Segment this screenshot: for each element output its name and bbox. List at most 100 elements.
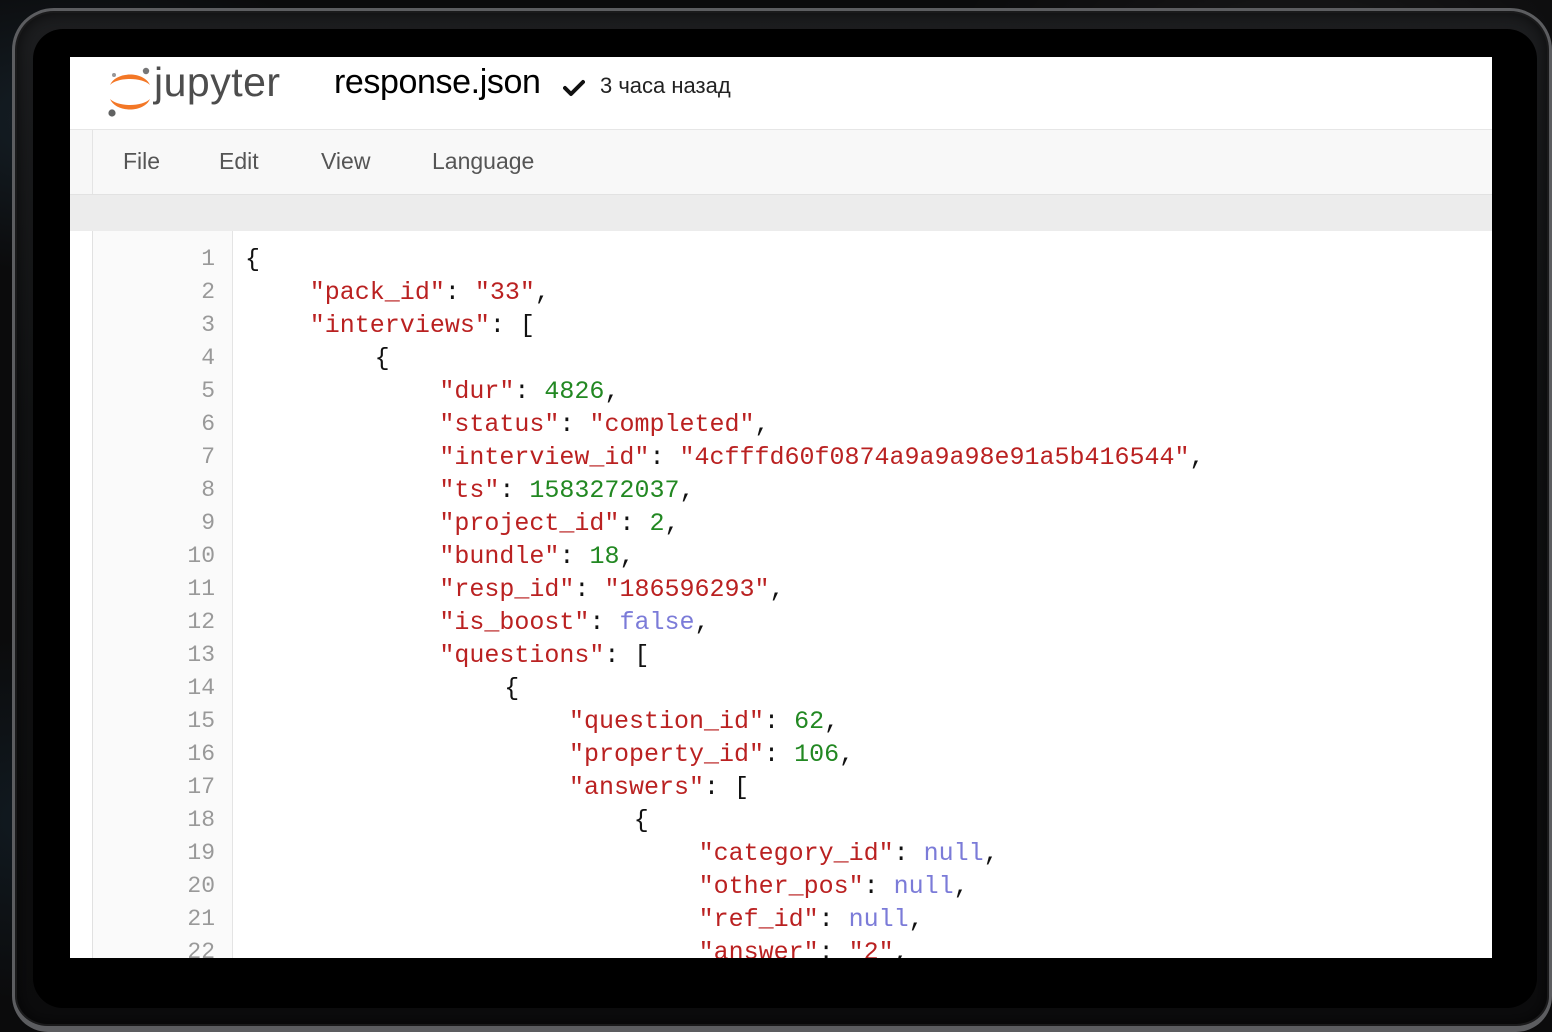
line-number: 9 (201, 510, 215, 536)
json-key: "questions" (439, 641, 605, 670)
json-string: "33" (474, 278, 535, 307)
json-punctuation: , (769, 575, 785, 604)
menu-edit[interactable]: Edit (219, 148, 259, 175)
json-key: "property_id" (569, 740, 765, 769)
json-punctuation: : (574, 575, 605, 604)
code-line[interactable]: 5 "dur": 4826, (93, 375, 1492, 408)
line-number: 14 (187, 675, 215, 701)
json-key: "is_boost" (439, 608, 590, 637)
json-punctuation: , (953, 872, 969, 901)
json-literal: false (619, 608, 695, 637)
json-punctuation: , (824, 707, 840, 736)
json-punctuation: : (818, 905, 849, 934)
notebook-name[interactable]: response.json (334, 63, 541, 102)
code-editor[interactable]: 1{2 "pack_id": "33", 3 "interviews": [4{5 "d… (92, 231, 1492, 958)
line-number: 22 (187, 939, 215, 958)
json-punctuation: { (633, 806, 649, 835)
code-content: { (245, 243, 260, 276)
code-line[interactable]: 18 { (93, 804, 1492, 837)
line-number: 10 (187, 543, 215, 569)
save-status: 3 часа назад (600, 73, 731, 98)
line-number: 4 (201, 345, 215, 371)
json-key: "category_id" (698, 839, 894, 868)
line-number: 11 (187, 576, 215, 602)
json-key: "other_pos" (698, 872, 864, 901)
json-number: 2 (649, 509, 665, 538)
line-number: 1 (201, 246, 215, 272)
code-content: "interviews": [ (310, 309, 535, 342)
code-line[interactable]: 2 "pack_id": "33", (93, 276, 1492, 309)
json-key: "question_id" (569, 707, 765, 736)
menu-file[interactable]: File (123, 148, 160, 175)
json-key: "ts" (439, 476, 500, 505)
json-number: 1583272037 (529, 476, 680, 505)
json-string: "completed" (589, 410, 755, 439)
json-punctuation: , (1189, 443, 1205, 472)
code-line[interactable]: 17 "answers": [ (93, 771, 1492, 804)
json-punctuation: : [ (604, 641, 650, 670)
json-number: 62 (794, 707, 825, 736)
code-content: { (634, 804, 649, 837)
json-punctuation: , (619, 542, 635, 571)
code-content: "is_boost": false, (439, 606, 709, 639)
json-key: "resp_id" (439, 575, 575, 604)
code-line[interactable]: 8 "ts": 1583272037, (93, 474, 1492, 507)
code-line[interactable]: 16 "property_id": 106, (93, 738, 1492, 771)
json-key: "pack_id" (309, 278, 445, 307)
json-punctuation: , (534, 278, 550, 307)
code-content: { (375, 342, 390, 375)
json-punctuation: , (908, 905, 924, 934)
json-punctuation: , (679, 476, 695, 505)
code-line[interactable]: 9 "project_id": 2, (93, 507, 1492, 540)
code-line[interactable]: 22 "answer": "2", (93, 936, 1492, 958)
json-punctuation: : (893, 839, 924, 868)
code-line[interactable]: 13 "questions": [ (93, 639, 1492, 672)
json-key: "project_id" (439, 509, 620, 538)
code-line[interactable]: 12 "is_boost": false, (93, 606, 1492, 639)
menu-bar-container: File Edit View Language (92, 130, 1492, 194)
checkmark-icon (563, 80, 585, 96)
line-number: 20 (187, 873, 215, 899)
line-number: 17 (187, 774, 215, 800)
json-punctuation: : (764, 740, 795, 769)
json-number: 4826 (544, 377, 605, 406)
menu-view[interactable]: View (321, 148, 370, 175)
code-content: "resp_id": "186596293", (439, 573, 784, 606)
json-punctuation: : (818, 938, 849, 958)
code-line[interactable]: 7 "interview_id": "4cfffd60f0874a9a9a98e9… (93, 441, 1492, 474)
code-line[interactable]: 6 "status": "completed", (93, 408, 1492, 441)
code-line[interactable]: 11 "resp_id": "186596293", (93, 573, 1492, 606)
code-line[interactable]: 19 "category_id": null, (93, 837, 1492, 870)
json-punctuation: , (604, 377, 620, 406)
header: jupyter response.json 3 часа назад (70, 57, 1492, 129)
menu-bar: File Edit View Language (70, 129, 1492, 195)
json-punctuation: , (893, 938, 909, 958)
json-punctuation: : (559, 410, 590, 439)
code-line[interactable]: 15 "question_id": 62, (93, 705, 1492, 738)
toolbar-spacer (70, 195, 1492, 231)
line-number: 16 (187, 741, 215, 767)
code-content: "project_id": 2, (439, 507, 679, 540)
menu-language[interactable]: Language (432, 148, 534, 175)
json-string: "4cfffd60f0874a9a9a98e91a5b416544" (679, 443, 1190, 472)
code-content: "answer": "2", (699, 936, 909, 958)
code-line[interactable]: 14 { (93, 672, 1492, 705)
code-line[interactable]: 1{ (93, 243, 1492, 276)
code-line[interactable]: 21 "ref_id": null, (93, 903, 1492, 936)
line-number: 6 (201, 411, 215, 437)
code-line[interactable]: 3 "interviews": [ (93, 309, 1492, 342)
line-number: 15 (187, 708, 215, 734)
json-key: "dur" (439, 377, 515, 406)
json-key: "ref_id" (698, 905, 819, 934)
line-number: 5 (201, 378, 215, 404)
code-line[interactable]: 10 "bundle": 18, (93, 540, 1492, 573)
line-number: 2 (201, 279, 215, 305)
jupyter-logo-icon[interactable] (102, 63, 158, 119)
json-punctuation: : (649, 443, 680, 472)
code-line[interactable]: 4{ (93, 342, 1492, 375)
json-number: 18 (589, 542, 620, 571)
code-line[interactable]: 20 "other_pos": null, (93, 870, 1492, 903)
json-punctuation: , (694, 608, 710, 637)
code-content: "pack_id": "33", (310, 276, 550, 309)
code-content: "property_id": 106, (569, 738, 854, 771)
